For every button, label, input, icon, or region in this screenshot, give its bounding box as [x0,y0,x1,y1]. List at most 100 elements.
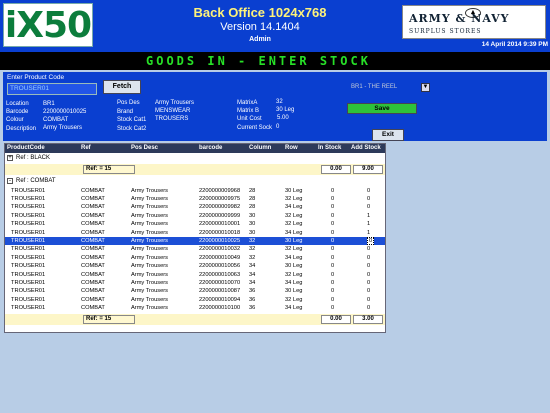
app-header: iX50 Back Office 1024x768 Version 14.140… [0,0,550,52]
cell-productcode: TROUSER01 [11,229,46,236]
cell-barcode: 2200000010032 [199,246,241,253]
table-row[interactable]: TROUSER01 COMBAT Army Trousers 220000001004… [5,254,385,262]
table-row[interactable]: TROUSER01 COMBAT Army Trousers 220000001007… [5,279,385,287]
cell-barcode: 2200000010087 [199,288,241,295]
table-row[interactable]: TROUSER01 COMBAT Army Trousers 220000000999… [5,212,385,220]
table-row[interactable]: TROUSER01 COMBAT Army Trousers 220000001006… [5,271,385,279]
cell-pos-desc: Army Trousers [131,221,168,228]
cell-column: 34 [249,279,256,286]
description-value: Army Trousers [43,125,83,131]
cell-column: 36 [249,305,256,312]
cell-in-stock: 0 [331,288,335,295]
table-row[interactable]: TROUSER01 COMBAT Army Trousers 220000001001… [5,229,385,237]
cell-add-stock[interactable]: 0 [367,287,370,295]
cell-in-stock: 0 [331,305,335,312]
description-label: Description [6,126,37,132]
column-header-in-stock[interactable]: In Stock [318,145,341,151]
cell-add-stock[interactable]: 0 [367,254,370,262]
cell-row: 32 Leg [285,296,303,303]
cell-row: 32 Leg [285,212,303,219]
table-row[interactable]: TROUSER01 COMBAT Army Trousers 220000000997… [5,195,385,203]
cell-row: 30 Leg [285,237,303,244]
cell-add-stock[interactable]: 0 [367,236,375,245]
fetch-button[interactable]: Fetch [103,80,141,94]
cell-column: 36 [249,288,256,295]
cell-row: 34 Leg [285,204,303,211]
cell-productcode: TROUSER01 [11,195,46,202]
location-label: Location [6,101,29,107]
cell-in-stock: 0 [331,254,335,261]
table-row[interactable]: TROUSER01 COMBAT Army Trousers 220000001003… [5,245,385,253]
chevron-down-icon[interactable]: ▼ [421,83,430,92]
cell-pos-desc: Army Trousers [131,204,168,211]
cell-productcode: TROUSER01 [11,221,46,228]
table-row[interactable]: TROUSER01 COMBAT Army Trousers 220000000998… [5,203,385,211]
cell-in-stock: 0 [331,187,335,194]
table-row[interactable]: TROUSER01 COMBAT Army Trousers 220000001009… [5,296,385,304]
cell-pos-desc: Army Trousers [131,246,168,253]
cell-in-stock: 0 [331,279,335,286]
table-row[interactable]: TROUSER01 COMBAT Army Trousers 220000001008… [5,287,385,295]
cell-add-stock[interactable]: 0 [367,304,370,312]
expand-toggle-icon[interactable]: + [7,155,13,161]
cell-productcode: TROUSER01 [11,271,46,278]
save-button[interactable]: Save [347,103,417,114]
stock-grid[interactable]: ProductCode Ref Pos Desc barcode Column Row In… [4,143,386,333]
cell-productcode: TROUSER01 [11,279,46,286]
cell-pos-desc: Army Trousers [131,305,168,312]
table-row[interactable]: TROUSER01 COMBAT Army Trousers 220000001010… [5,304,385,312]
column-header-ref[interactable]: Ref [81,145,91,151]
cell-barcode: 2200000009975 [199,195,241,202]
cell-pos-desc: Army Trousers [131,229,168,236]
group-row-black[interactable]: + Ref : BLACK [5,154,385,163]
cell-ref: COMBAT [81,221,105,228]
column-header-barcode[interactable]: barcode [199,145,222,151]
exit-button[interactable]: Exit [372,129,404,141]
table-row[interactable]: TROUSER01 COMBAT Army Trousers 220000001005… [5,262,385,270]
cell-add-stock[interactable]: 1 [367,229,370,237]
cell-column: 34 [249,263,256,270]
cell-add-stock[interactable]: 0 [367,195,370,203]
cell-column: 34 [249,271,256,278]
brand-logo: ▲ ARMY & NAVY SURPLUS STORES [402,5,546,39]
group-row-combat[interactable]: - Ref : COMBAT [5,177,385,186]
group-summary-black: Ref: = 15 0.00 9.00 [5,164,385,175]
cell-add-stock[interactable]: 0 [367,245,370,253]
table-row[interactable]: TROUSER01 COMBAT Army Trousers 220000001002… [5,236,385,246]
cell-productcode: TROUSER01 [11,254,46,261]
cell-add-stock[interactable]: 0 [367,271,370,279]
cell-barcode: 2200000010025 [199,237,241,244]
location-value: BR1 [43,101,55,107]
datetime: 14 April 2014 9:39 PM [481,41,548,48]
cell-pos-desc: Army Trousers [131,237,168,244]
colour-value: COMBAT [43,117,69,123]
cell-productcode: TROUSER01 [11,296,46,303]
column-header-column[interactable]: Column [249,145,271,151]
branch-select-value[interactable]: BR1 - THE REEL [351,84,397,90]
column-header-productcode[interactable]: ProductCode [7,145,45,151]
cell-row: 32 Leg [285,221,303,228]
cell-add-stock[interactable]: 0 [367,203,370,211]
column-header-add-stock[interactable]: Add Stock [351,145,381,151]
cell-in-stock: 0 [331,195,335,202]
expand-toggle-icon[interactable]: - [7,178,13,184]
cell-in-stock: 0 [331,237,335,244]
product-code-input[interactable]: TROUSER01 [7,83,97,95]
cell-add-stock[interactable]: 1 [367,220,370,228]
cell-barcode: 2200000010001 [199,221,241,228]
group-label: Ref : COMBAT [16,178,56,184]
cell-add-stock[interactable]: 0 [367,262,370,270]
cell-add-stock[interactable]: 0 [367,187,370,195]
barcode-label: Barcode [6,109,29,115]
cell-add-stock[interactable]: 0 [367,296,370,304]
cell-column: 36 [249,296,256,303]
add-stock-total: 9.00 [353,165,383,174]
column-header-pos-desc[interactable]: Pos Desc [131,145,158,151]
cell-add-stock[interactable]: 0 [367,279,370,287]
table-row[interactable]: TROUSER01 COMBAT Army Trousers 220000001000… [5,220,385,228]
column-header-row[interactable]: Row [285,145,298,151]
table-row[interactable]: TROUSER01 COMBAT Army Trousers 220000000996… [5,187,385,195]
cell-in-stock: 0 [331,221,335,228]
cell-add-stock[interactable]: 1 [367,212,370,220]
cell-in-stock: 0 [331,229,335,236]
